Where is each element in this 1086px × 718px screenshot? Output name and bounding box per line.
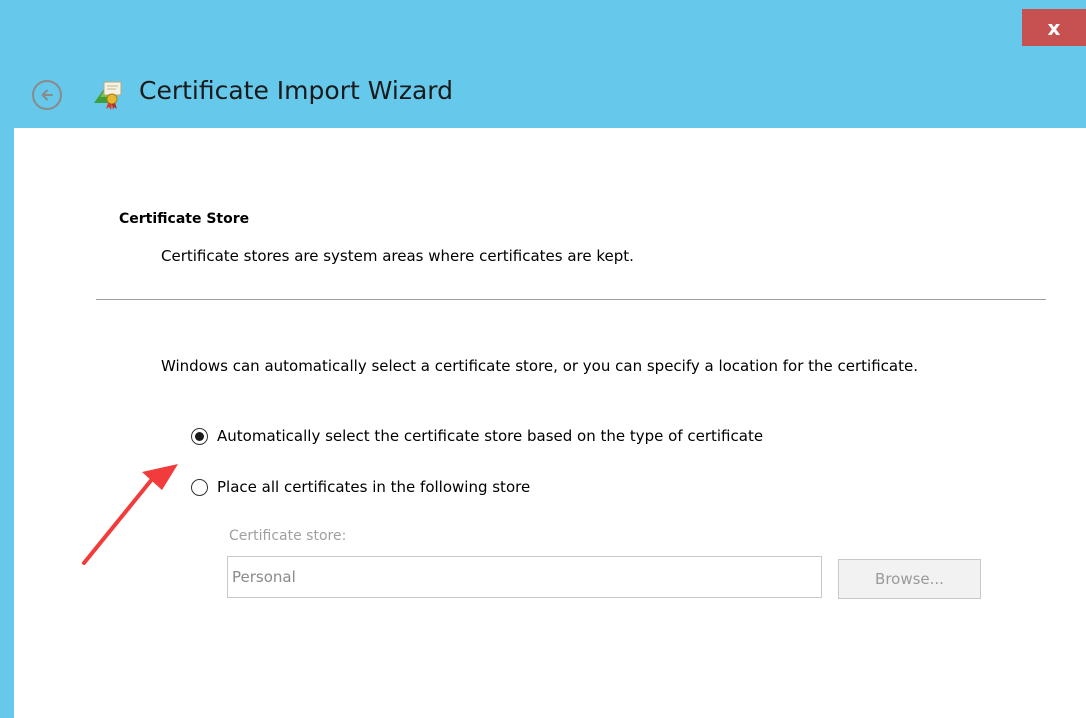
intro-text: Windows can automatically select a certi… [161, 357, 918, 375]
auto-select-store-label[interactable]: Automatically select the certificate sto… [217, 427, 763, 445]
place-in-store-option[interactable]: Place all certificates in the following … [191, 478, 530, 496]
back-arrow-icon [41, 89, 53, 101]
section-description: Certificate stores are system areas wher… [161, 247, 634, 265]
certificate-wizard-icon [94, 81, 122, 110]
back-button[interactable] [32, 80, 62, 110]
place-in-store-label[interactable]: Place all certificates in the following … [217, 478, 530, 496]
radio-selected-dot [195, 431, 204, 441]
certificate-store-label: Certificate store: [229, 528, 347, 544]
section-heading: Certificate Store [119, 211, 250, 227]
browse-button[interactable]: Browse... [838, 559, 981, 599]
place-in-store-radio[interactable] [191, 478, 208, 496]
header-divider [96, 299, 1046, 300]
wizard-window: x Certificate Import Wizard Certificate … [0, 0, 1086, 718]
close-button[interactable]: x [1022, 9, 1086, 46]
auto-select-store-radio[interactable] [191, 427, 208, 445]
certificate-store-input[interactable] [227, 556, 822, 598]
wizard-title: Certificate Import Wizard [139, 76, 453, 105]
auto-select-store-option[interactable]: Automatically select the certificate sto… [191, 427, 763, 445]
